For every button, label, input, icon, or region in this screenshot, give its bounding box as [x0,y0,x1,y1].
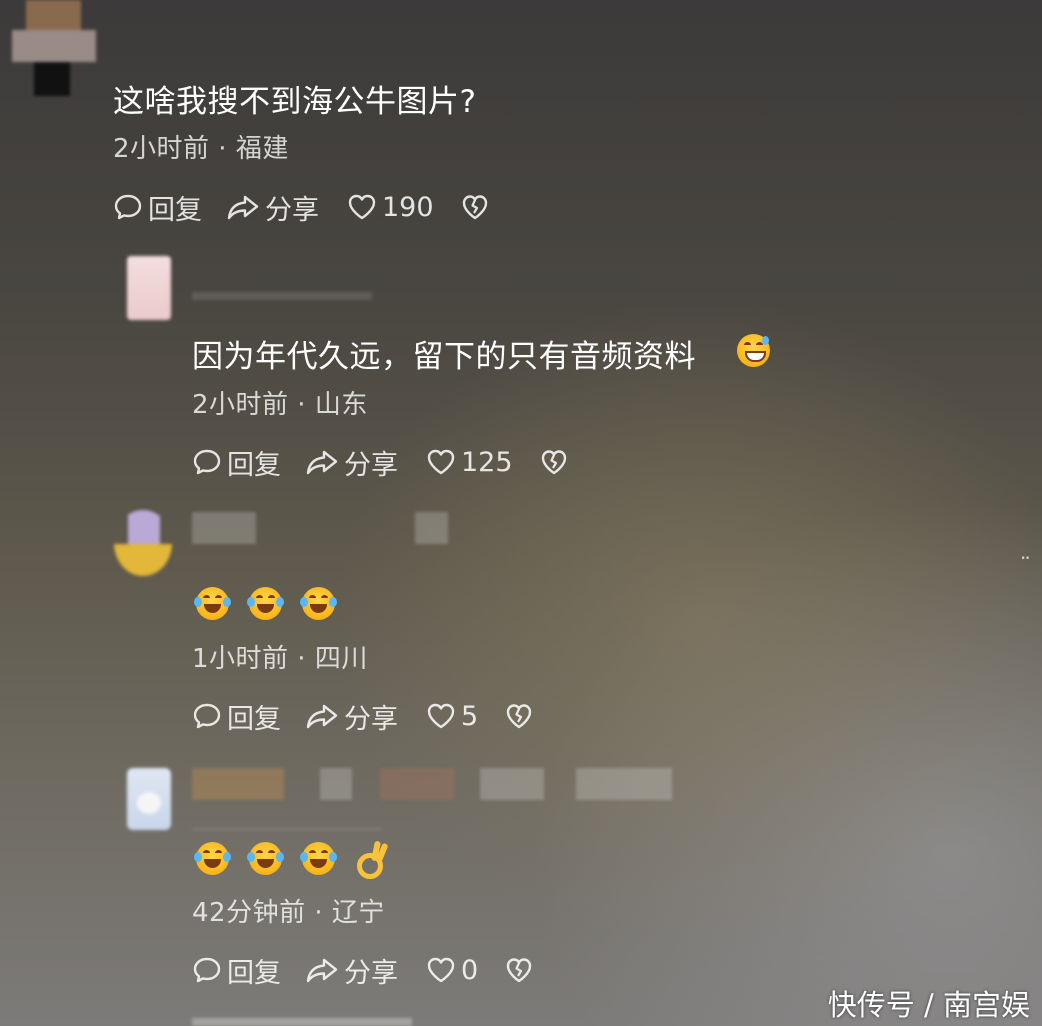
heart-icon [427,703,455,729]
like-button[interactable]: 125 [426,447,513,478]
like-count: 190 [382,191,434,223]
username-censored[interactable] [192,512,256,544]
like-count: 0 [461,954,479,986]
username-censored[interactable] [576,768,672,800]
heart-icon [348,194,376,220]
watermark: 快传号 / 南宫娱 [827,988,1030,1022]
heart-icon [427,449,455,475]
dislike-button[interactable] [460,192,495,222]
reply-label: 回复 [227,449,281,481]
comment-text: 因为年代久远，留下的只有音频资料 [192,339,696,375]
comment-meta: 42分钟前 · 辽宁 [192,898,385,928]
share-button[interactable]: 分享 [226,188,319,227]
comment-bubble-icon [114,194,142,220]
dislike-button[interactable] [504,955,539,985]
more-options-icon[interactable]: ·· [1020,546,1031,570]
share-label: 分享 [344,703,398,735]
username-censored[interactable] [480,768,544,800]
reply-label: 回复 [227,703,281,735]
avatar[interactable] [114,510,172,576]
like-button[interactable]: 190 [347,192,434,223]
grinning-sweat-emoji [737,334,770,367]
rolling-laugh-emoji [300,841,338,875]
reply-label: 回复 [227,957,281,989]
dislike-button[interactable] [504,701,539,731]
rolling-laugh-emoji [194,841,231,875]
reply-button[interactable]: 回复 [192,951,281,990]
like-count: 125 [461,446,513,478]
comment-bubble-icon [193,957,221,983]
emoji-row [194,587,350,620]
ok-hand-emoji [355,840,389,879]
broken-heart-icon [462,195,487,220]
share-arrow-icon [227,195,259,220]
rolling-laugh-emoji [300,587,338,620]
avatar-censored[interactable] [6,0,96,96]
heart-icon [427,957,455,983]
reply-button[interactable]: 回复 [192,443,281,482]
comment-meta: 1小时前 · 四川 [192,644,368,674]
username-censored[interactable] [192,292,372,300]
emoji-row [194,840,389,879]
share-arrow-icon [306,704,338,729]
share-arrow-icon [306,450,338,475]
reply-button[interactable]: 回复 [113,188,202,227]
comment-text: 这啥我搜不到海公牛图片? [113,84,477,120]
like-count: 5 [461,700,479,732]
share-button[interactable]: 分享 [305,951,398,990]
comment-actions: 回复 分享 0 [192,951,539,990]
like-button[interactable]: 0 [426,955,478,986]
share-label: 分享 [344,449,398,481]
dislike-button[interactable] [539,447,574,477]
comment-bubble-icon [193,703,221,729]
divider [192,828,382,830]
comment-meta: 2小时前 · 福建 [113,134,289,164]
username-censored[interactable] [380,768,454,800]
avatar[interactable] [127,768,171,830]
broken-heart-icon [506,958,532,983]
broken-heart-icon [541,450,566,475]
username-censored[interactable] [192,768,284,800]
reply-label: 回复 [148,194,202,226]
comment-actions: 回复 分享 190 [113,188,495,227]
share-button[interactable]: 分享 [305,697,398,736]
rolling-laugh-emoji [247,587,285,620]
next-comment-partial [192,1018,412,1026]
share-label: 分享 [344,957,398,989]
rolling-laugh-emoji [194,587,231,620]
share-button[interactable]: 分享 [305,443,398,482]
share-arrow-icon [306,958,338,983]
rolling-laugh-emoji [247,841,285,875]
like-button[interactable]: 5 [426,701,478,732]
username-censored[interactable] [415,512,448,544]
comment-bubble-icon [193,449,221,475]
username-censored[interactable] [320,768,352,800]
comment-actions: 回复 分享 5 [192,697,539,736]
share-label: 分享 [265,194,319,226]
avatar[interactable] [127,256,171,320]
comment-actions: 回复 分享 125 [192,443,574,482]
comment-meta: 2小时前 · 山东 [192,390,368,420]
reply-button[interactable]: 回复 [192,697,281,736]
broken-heart-icon [506,704,532,729]
